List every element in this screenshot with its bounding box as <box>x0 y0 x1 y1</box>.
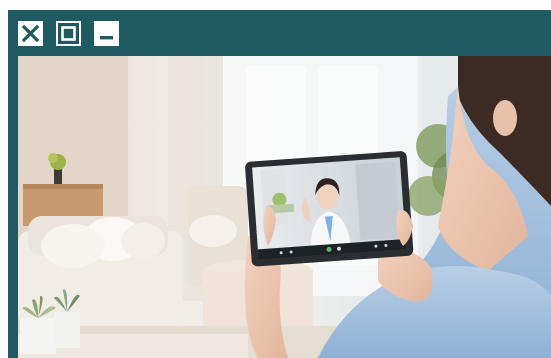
maximize-icon <box>61 26 76 41</box>
minimize-icon <box>100 36 113 40</box>
content-area <box>18 56 551 358</box>
title-bar <box>8 10 551 56</box>
minimize-button[interactable] <box>94 21 119 46</box>
telemedicine-photo <box>18 56 551 358</box>
maximize-button[interactable] <box>56 21 81 46</box>
app-window <box>8 10 551 358</box>
close-button[interactable] <box>18 21 43 46</box>
close-icon <box>21 24 40 43</box>
